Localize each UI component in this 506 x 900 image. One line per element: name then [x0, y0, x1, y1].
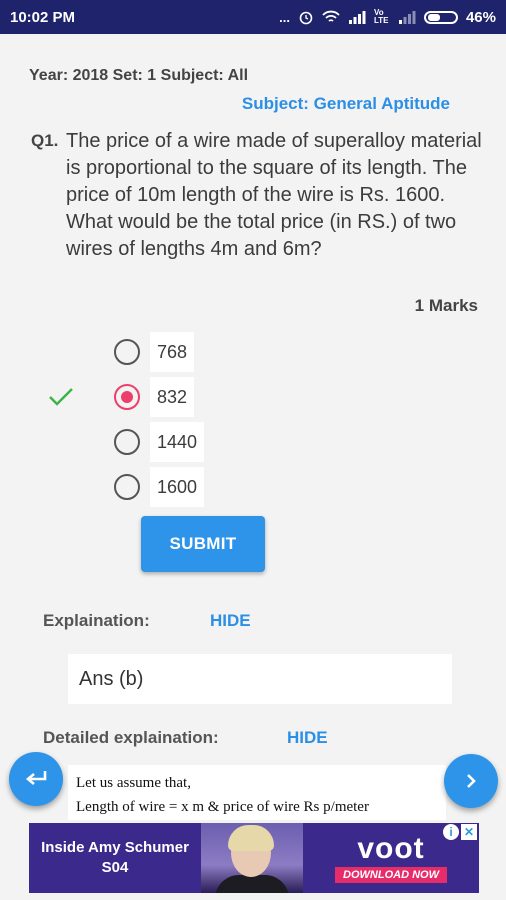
answer-box: Ans (b) — [68, 654, 452, 704]
option-label: 1600 — [150, 467, 205, 507]
status-bar: 10:02 PM ... Vo LTE 46% — [0, 0, 506, 34]
ad-info-icon[interactable]: i — [443, 824, 459, 840]
option-b[interactable]: 832 — [114, 377, 195, 417]
radio-button-selected[interactable] — [114, 384, 140, 410]
explanation-label: Explaination: — [43, 611, 150, 630]
detail-line: Length of wire = x m & price of wire Rs … — [76, 799, 369, 815]
ad-controls: i ✕ — [443, 824, 477, 840]
option-label: 832 — [150, 377, 195, 417]
radio-button[interactable] — [114, 339, 140, 365]
ad-close-icon[interactable]: ✕ — [461, 824, 477, 840]
more-dots: ... — [279, 9, 290, 25]
detailed-explanation-box: Let us assume that, Length of wire = x m… — [68, 765, 446, 820]
battery-level: 46% — [465, 8, 496, 26]
option-label: 768 — [150, 332, 195, 372]
option-c[interactable]: 1440 — [114, 422, 205, 462]
ad-show-name: Inside Amy Schumer — [41, 839, 189, 856]
alarm-icon — [299, 11, 313, 25]
submit-button[interactable]: SUBMIT — [141, 516, 265, 572]
ad-brand-logo: voot — [357, 832, 425, 865]
status-icons: ... Vo LTE 46% — [279, 9, 496, 26]
subject-label: Subject: General Aptitude — [241, 94, 450, 113]
radio-button[interactable] — [114, 474, 140, 500]
marks-label: 1 Marks — [414, 296, 478, 315]
battery-icon — [423, 10, 458, 24]
next-button[interactable] — [444, 754, 498, 808]
detailed-explanation-label: Detailed explaination: — [43, 728, 219, 747]
explanation-hide-button[interactable]: HIDE — [210, 611, 251, 631]
option-label: 1440 — [150, 422, 205, 462]
question-number: Q1. — [31, 131, 59, 150]
ad-banner[interactable]: Inside Amy Schumer S04 voot DOWNLOAD NOW… — [29, 823, 479, 893]
return-arrow-icon — [25, 771, 47, 785]
chevron-right-icon — [467, 774, 476, 788]
detail-line: Let us assume that, — [76, 775, 191, 791]
option-d[interactable]: 1600 — [114, 467, 205, 507]
previous-button[interactable] — [9, 752, 63, 806]
detailed-hide-button[interactable]: HIDE — [287, 728, 328, 748]
ad-season: S04 — [101, 859, 129, 876]
ad-image — [201, 823, 303, 893]
signal-icon — [348, 11, 366, 24]
radio-button[interactable] — [114, 429, 140, 455]
option-a[interactable]: 768 — [114, 332, 195, 372]
question-meta: Year: 2018 Set: 1 Subject: All — [29, 67, 249, 84]
wifi-icon — [322, 10, 340, 22]
question-text: The price of a wire made of superalloy m… — [66, 130, 482, 260]
status-time: 10:02 PM — [10, 8, 76, 26]
ad-cta[interactable]: DOWNLOAD NOW — [335, 867, 447, 883]
ad-title: Inside Amy Schumer S04 — [29, 838, 201, 878]
check-icon — [49, 388, 73, 406]
ad-brand: voot DOWNLOAD NOW — [303, 833, 479, 883]
signal-weak-icon — [398, 11, 416, 24]
volte-label: Vo LTE — [373, 8, 389, 25]
